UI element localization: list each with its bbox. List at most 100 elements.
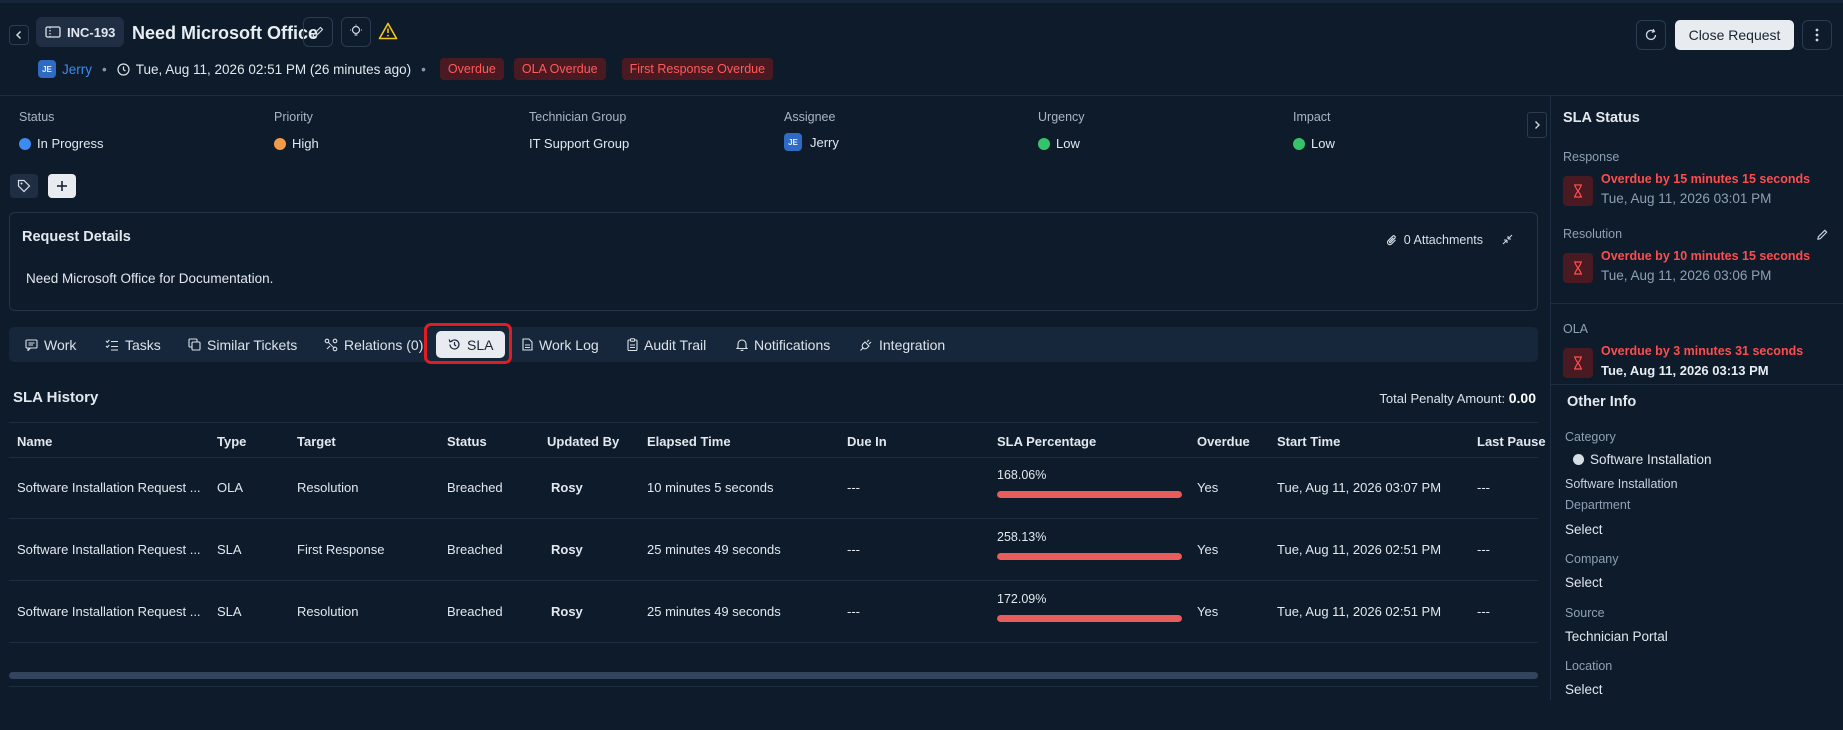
response-sla: Overdue by 15 minutes 15 seconds Tue, Au… [1563,172,1833,212]
request-description: Need Microsoft Office for Documentation. [26,271,274,286]
first-response-overdue-badge: First Response Overdue [621,58,774,80]
add-tag-button[interactable] [48,174,76,198]
col-status[interactable]: Status [447,434,487,449]
urgency-value: Low [1056,136,1080,151]
company-select[interactable]: Select [1565,575,1603,590]
total-penalty: Total Penalty Amount: 0.00 [1379,390,1536,406]
col-due-in[interactable]: Due In [847,434,887,449]
col-last-pause[interactable]: Last Pause [1477,434,1546,449]
table-row[interactable]: Software Installation Request ... OLA Re… [9,458,1538,519]
row-overdue: Yes [1197,542,1219,557]
sla-tab-highlight [424,323,512,364]
impact-field[interactable]: Impact Low [1293,110,1335,151]
impact-label: Impact [1293,110,1331,124]
tab-similar-tickets[interactable]: Similar Tickets [188,331,297,358]
resolution-overdue: Overdue by 10 minutes 15 seconds [1601,249,1811,263]
row-name[interactable]: Software Installation Request ... [17,604,201,619]
other-info-title: Other Info [1567,394,1637,410]
refresh-button[interactable] [1636,20,1666,50]
row-updated-by: Rosy [551,604,583,619]
priority-dot-icon [274,137,286,150]
category-dot-icon [1573,454,1584,465]
expand-panel-button[interactable] [1527,112,1547,138]
horizontal-scrollbar[interactable] [9,672,1538,679]
row-due-in: --- [847,480,860,495]
row-name[interactable]: Software Installation Request ... [17,480,201,495]
tag-button[interactable] [10,174,38,198]
pencil-icon [312,26,324,38]
urgency-field[interactable]: Urgency Low [1038,110,1085,151]
tab-relations-label: Relations (0) [344,336,424,353]
ticket-tabs: Work Tasks Similar Tickets Relations (0)… [9,327,1538,362]
sla-progress-fill [997,553,1182,560]
col-type[interactable]: Type [217,434,246,449]
urgency-dot-icon [1038,137,1050,150]
requester-link[interactable]: Jerry [62,62,92,77]
row-target: Resolution [297,480,359,495]
status-value: In Progress [37,136,104,151]
back-button[interactable] [9,25,29,45]
col-overdue[interactable]: Overdue [1197,434,1250,449]
row-status: Breached [447,542,503,557]
tab-work[interactable]: Work [25,331,76,358]
edit-resolution-button[interactable] [1816,228,1829,244]
attachments-link[interactable]: 0 Attachments [1386,233,1483,247]
assignee-label: Assignee [784,110,836,124]
technician-group-value: IT Support Group [529,136,630,151]
company-label: Company [1565,552,1619,566]
row-sla-percentage: 258.13% [997,530,1182,560]
separator: • [102,61,107,77]
status-field[interactable]: Status In Progress [19,110,103,151]
tab-work-log[interactable]: Work Log [522,331,599,358]
col-elapsed-time[interactable]: Elapsed Time [647,434,731,449]
edit-title-button[interactable] [303,17,333,47]
tag-icon [17,179,31,193]
sla-status-title: SLA Status [1563,110,1640,126]
row-status: Breached [447,480,503,495]
assignee-field[interactable]: Assignee JE Jerry [784,110,839,151]
tab-notifications[interactable]: Notifications [736,331,830,358]
source-select[interactable]: Technician Portal [1565,629,1668,644]
col-target[interactable]: Target [297,434,336,449]
row-sla-percentage: 172.09% [997,592,1182,622]
category-field[interactable]: Software Installation [1573,452,1712,467]
row-due-in: --- [847,542,860,557]
tab-integration[interactable]: Integration [859,331,945,358]
col-start-time[interactable]: Start Time [1277,434,1340,449]
urgency-label: Urgency [1038,110,1085,124]
row-name[interactable]: Software Installation Request ... [17,542,201,557]
ticket-meta: JE Jerry • Tue, Aug 11, 2026 02:51 PM (2… [38,58,774,80]
ola-sla: Overdue by 3 minutes 31 seconds Tue, Aug… [1563,344,1833,384]
insight-button[interactable] [341,17,371,47]
col-name[interactable]: Name [17,434,52,449]
bell-icon [736,339,748,351]
tab-relations[interactable]: Relations (0) [324,331,423,358]
attachments-count: 0 Attachments [1403,233,1483,247]
priority-field[interactable]: Priority High [274,110,319,151]
row-target: First Response [297,542,385,557]
document-icon [522,338,533,351]
sla-status-panel: SLA Status Response Overdue by 15 minute… [1550,96,1843,700]
col-sla-percentage[interactable]: SLA Percentage [997,434,1096,449]
resolution-label: Resolution [1563,227,1623,241]
close-request-button[interactable]: Close Request [1675,20,1794,50]
department-select[interactable]: Select [1565,522,1603,537]
tab-integration-label: Integration [879,336,946,353]
tab-audit-trail[interactable]: Audit Trail [627,331,706,358]
sla-progress-fill [997,491,1182,498]
table-row[interactable]: Software Installation Request ... SLA Re… [9,582,1538,643]
more-options-button[interactable] [1802,20,1832,50]
sla-percentage-text: 258.13% [997,530,1047,544]
col-updated-by[interactable]: Updated By [547,434,619,449]
collapse-button[interactable] [1502,233,1513,248]
row-start-time: Tue, Aug 11, 2026 03:07 PM [1277,480,1442,495]
status-dot-icon [19,137,31,150]
resolution-sla: Overdue by 10 minutes 15 seconds Tue, Au… [1563,249,1833,289]
tab-tasks[interactable]: Tasks [105,331,161,358]
clipboard-icon [627,338,638,351]
response-overdue: Overdue by 15 minutes 15 seconds [1601,172,1811,186]
table-row[interactable]: Software Installation Request ... SLA Fi… [9,520,1538,581]
technician-group-field[interactable]: Technician Group IT Support Group [529,110,629,151]
paperclip-icon [1386,234,1396,245]
location-select[interactable]: Select [1565,682,1603,697]
